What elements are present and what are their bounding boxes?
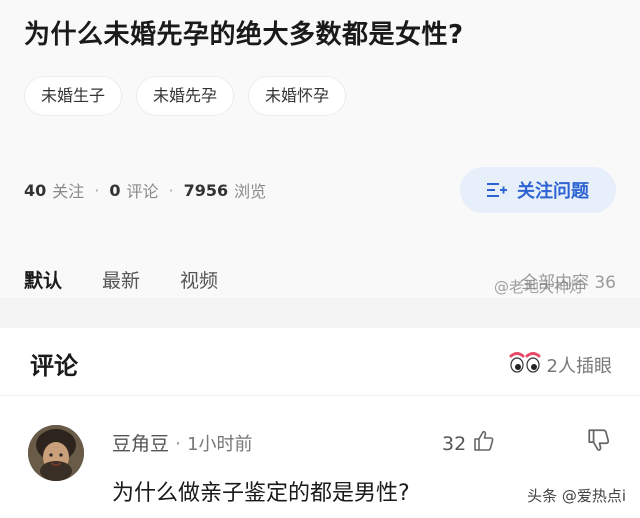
thumbs-down-icon: [586, 429, 612, 457]
view-label: 浏览: [234, 182, 267, 201]
question-stats: 40 关注 · 0 评论 · 7956 浏览: [24, 178, 266, 202]
follow-label: 关注: [52, 182, 85, 201]
follow-list-icon: [487, 181, 507, 199]
question-title: 为什么未婚先孕的绝大多数都是女性?: [24, 20, 464, 50]
author-separator: ·: [175, 433, 182, 455]
tag-list: 未婚生子 未婚先孕 未婚怀孕: [24, 76, 347, 116]
like-button[interactable]: 32: [442, 429, 496, 458]
like-count: 32: [442, 432, 467, 455]
follow-question-button[interactable]: 关注问题: [460, 167, 616, 213]
tag-chip[interactable]: 未婚怀孕: [248, 76, 347, 116]
stats-dot: ·: [94, 180, 100, 200]
avatar[interactable]: [28, 425, 84, 481]
thumbs-up-icon: [472, 429, 496, 458]
blink-count-text: 2人插眼: [546, 355, 612, 377]
question-card: 为什么未婚先孕的绝大多数都是女性? 未婚生子 未婚先孕 未婚怀孕 40 关注 ·…: [0, 0, 640, 298]
section-separator: [0, 298, 640, 328]
comment-time: 1小时前: [187, 434, 253, 455]
blink-counter[interactable]: 2人插眼: [509, 350, 612, 379]
comment-count: 0: [109, 180, 121, 200]
watermark-overlay: @老地大神灯: [494, 278, 585, 296]
comment-item: 豆角豆 · 1小时前 32 为什么做亲子鉴定的都是男性? 头条 @爱热点i: [0, 397, 640, 518]
comment-section-title: 评论: [30, 352, 78, 380]
view-count: 7956: [183, 180, 229, 200]
tag-chip[interactable]: 未婚生子: [24, 76, 123, 116]
tab-video[interactable]: 视频: [180, 266, 218, 293]
follow-question-label: 关注问题: [517, 181, 589, 202]
tab-latest[interactable]: 最新: [102, 266, 140, 293]
stats-dot: ·: [168, 180, 174, 200]
source-watermark: 头条 @爱热点i: [527, 487, 626, 505]
tab-default[interactable]: 默认: [24, 266, 62, 293]
comment-author[interactable]: 豆角豆: [112, 433, 169, 455]
follow-count: 40: [24, 180, 47, 200]
comment-text: 为什么做亲子鉴定的都是男性?: [112, 481, 410, 506]
comment-label: 评论: [126, 182, 159, 201]
comment-author-line: 豆角豆 · 1小时前: [112, 429, 253, 456]
eyes-icon: [509, 350, 541, 379]
dislike-button[interactable]: [586, 427, 612, 457]
answer-tabs: 默认 最新 视频: [24, 266, 218, 293]
tag-chip[interactable]: 未婚先孕: [136, 76, 235, 116]
comment-section-header: 评论 2人插眼: [0, 328, 640, 396]
